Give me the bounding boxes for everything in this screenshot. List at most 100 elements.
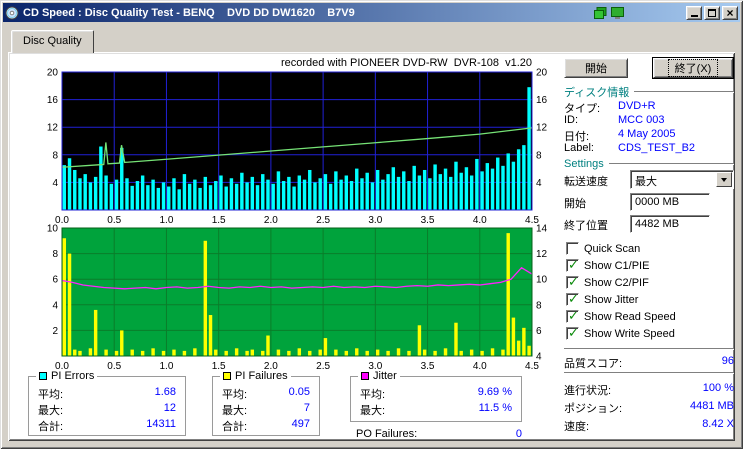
svg-text:8: 8 <box>52 150 58 161</box>
svg-text:16: 16 <box>536 95 548 106</box>
checkbox-label: Show C2/PIF <box>584 277 649 289</box>
po-failures-row: PO Failures: 0 <box>356 428 522 440</box>
chevron-down-icon[interactable] <box>716 172 732 187</box>
svg-text:14: 14 <box>536 224 548 235</box>
legend-jitter-title: Jitter <box>358 370 400 382</box>
svg-text:0.5: 0.5 <box>107 361 121 372</box>
svg-text:12: 12 <box>47 123 59 134</box>
checkbox-label: Show Jitter <box>584 294 638 306</box>
svg-text:8: 8 <box>52 249 58 260</box>
svg-text:1.0: 1.0 <box>159 361 173 372</box>
quality-score-label: 品質スコア: <box>564 355 622 371</box>
close-button[interactable]: × <box>722 6 738 20</box>
stat-value: 11.5 % <box>479 402 512 418</box>
app-icon <box>5 6 19 20</box>
app-window: CD Speed : Disc Quality Test - BENQ DVD … <box>0 0 743 449</box>
stat-label: 最大: <box>222 402 247 418</box>
position-label: ポジション: <box>564 400 622 416</box>
speed-value-label: 速度: <box>564 418 589 434</box>
pi-failures-swatch-icon <box>223 372 231 380</box>
start-button[interactable]: 開始 <box>564 58 628 78</box>
po-failures-value: 0 <box>516 428 522 440</box>
minimize-button[interactable] <box>686 6 702 20</box>
stat-label: 平均: <box>222 386 247 402</box>
checkbox-icon <box>566 310 579 323</box>
svg-text:10: 10 <box>47 224 59 235</box>
speed-value: 8.42 X <box>702 418 734 434</box>
titlebar-buttons: × <box>592 5 738 20</box>
svg-text:6: 6 <box>536 326 542 337</box>
legend-pi-errors-title: PI Errors <box>36 370 97 382</box>
svg-text:16: 16 <box>47 95 59 106</box>
legend-pi-failures-title: PI Failures <box>220 370 291 382</box>
titlebar-tool-button-2[interactable] <box>609 5 626 20</box>
stat-value: 9.69 % <box>478 386 512 402</box>
tab-disc-quality[interactable]: Disc Quality <box>11 30 94 53</box>
quality-score-value: 96 <box>722 355 734 371</box>
svg-text:12: 12 <box>536 249 548 260</box>
checkbox-quick-scan[interactable]: Quick Scan <box>566 242 640 255</box>
stat-label: 合計: <box>222 418 247 434</box>
stat-label: 平均: <box>38 386 63 402</box>
settings-heading-text: Settings <box>564 158 604 170</box>
checkbox-icon <box>566 242 579 255</box>
checkbox-label: Quick Scan <box>584 243 640 255</box>
minimize-icon <box>691 15 698 17</box>
svg-text:8: 8 <box>536 300 542 311</box>
stat-value: 7 <box>304 402 310 418</box>
svg-text:2.5: 2.5 <box>316 361 330 372</box>
stat-label: 最大: <box>360 402 385 418</box>
stat-label: 最大: <box>38 402 63 418</box>
svg-text:4: 4 <box>52 300 58 311</box>
speed-select-value: 最大 <box>635 173 657 189</box>
legend-pi-failures: PI Failures 平均:0.05 最大:7 合計:497 <box>212 376 320 436</box>
svg-text:6: 6 <box>52 275 58 286</box>
end-position-label: 終了位置 <box>564 217 608 233</box>
start-position-input[interactable]: 0000 MB <box>630 193 710 211</box>
start-button-label: 開始 <box>585 60 607 76</box>
checkbox-icon <box>566 293 579 306</box>
po-failures-label: PO Failures: <box>356 428 417 440</box>
pi-failures-jitter-chart: 2468104681012140.00.51.01.52.02.53.03.54… <box>14 224 554 374</box>
speed-select[interactable]: 最大 <box>630 170 734 189</box>
end-position-input[interactable]: 4482 MB <box>630 215 710 233</box>
checkbox-show-jitter[interactable]: Show Jitter <box>566 293 638 306</box>
checkbox-icon <box>566 259 579 272</box>
legend-jitter: Jitter 平均:9.69 % 最大:11.5 % <box>350 376 522 422</box>
start-position-value: 0000 MB <box>635 196 679 208</box>
stat-label: 合計: <box>38 418 63 434</box>
maximize-button[interactable] <box>704 6 720 20</box>
titlebar: CD Speed : Disc Quality Test - BENQ DVD … <box>3 3 740 22</box>
stat-value: 14311 <box>146 418 176 434</box>
position-row: ポジション: 4481 MB <box>564 400 734 416</box>
checkbox-label: Show C1/PIE <box>584 260 649 272</box>
svg-text:20: 20 <box>47 68 59 79</box>
close-icon: × <box>726 8 733 18</box>
separator-line <box>609 163 734 165</box>
window-title: CD Speed : Disc Quality Test - BENQ DVD … <box>23 7 592 19</box>
checkbox-label: Show Read Speed <box>584 311 676 323</box>
checkbox-show-c1-pie[interactable]: Show C1/PIE <box>566 259 649 272</box>
green-pages-icon <box>594 7 607 19</box>
legend-pi-errors: PI Errors 平均:1.68 最大:12 合計:14311 <box>28 376 186 436</box>
tab-label: Disc Quality <box>23 35 82 47</box>
checkbox-icon <box>566 327 579 340</box>
checkbox-show-write-speed[interactable]: Show Write Speed <box>566 327 675 340</box>
svg-text:8: 8 <box>536 150 542 161</box>
end-position-value: 4482 MB <box>635 218 679 230</box>
settings-heading: Settings <box>564 158 734 170</box>
legend-title-text: PI Failures <box>235 370 288 382</box>
stat-value: 1.68 <box>155 386 176 402</box>
stat-value: 497 <box>292 418 310 434</box>
pi-errors-chart: 48121620481216200.00.51.01.52.02.53.03.5… <box>14 68 554 228</box>
disc-id-row: ID:MCC 003 <box>564 114 734 126</box>
titlebar-tool-button-1[interactable] <box>592 5 609 20</box>
exit-button[interactable]: 終了(X) <box>653 58 733 78</box>
svg-text:4.0: 4.0 <box>473 361 487 372</box>
svg-text:4.5: 4.5 <box>525 361 539 372</box>
position-value: 4481 MB <box>690 400 734 416</box>
quality-score-row: 品質スコア: 96 <box>564 355 734 371</box>
svg-text:4: 4 <box>536 178 542 189</box>
checkbox-show-c2-pif[interactable]: Show C2/PIF <box>566 276 649 289</box>
checkbox-show-read-speed[interactable]: Show Read Speed <box>566 310 676 323</box>
